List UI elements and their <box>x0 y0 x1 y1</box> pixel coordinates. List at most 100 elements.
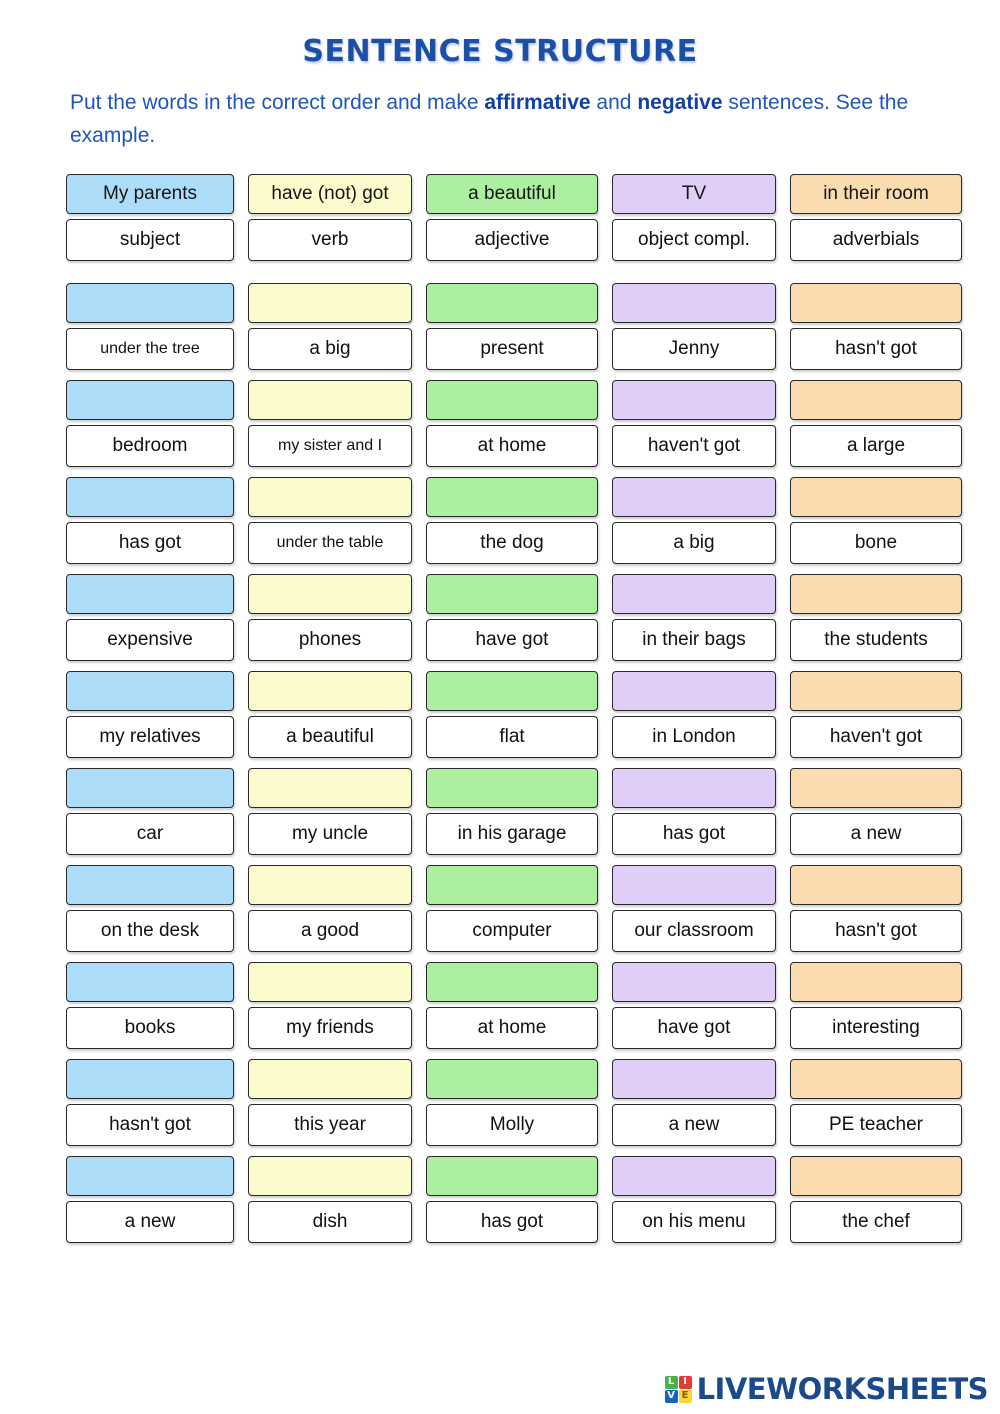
word-chip-row1-col2[interactable]: at home <box>426 425 598 468</box>
word-chip-row0-col4[interactable]: hasn't got <box>790 328 962 371</box>
word-chip-row7-col3[interactable]: have got <box>612 1007 776 1050</box>
answer-slot-row9-col0[interactable] <box>66 1156 234 1197</box>
answer-slot-row3-col2[interactable] <box>426 574 598 615</box>
word-chip-row0-col3[interactable]: Jenny <box>612 328 776 371</box>
word-chip-row9-col4[interactable]: the chef <box>790 1201 962 1244</box>
word-chip-row4-col0[interactable]: my relatives <box>66 716 234 759</box>
answer-slot-row6-col4[interactable] <box>790 865 962 906</box>
word-chip-row4-col3[interactable]: in London <box>612 716 776 759</box>
example-label-4[interactable]: adverbials <box>790 219 962 262</box>
word-chip-row0-col2[interactable]: present <box>426 328 598 371</box>
word-chip-row8-col1[interactable]: this year <box>248 1104 412 1147</box>
word-chip-row6-col0[interactable]: on the desk <box>66 910 234 953</box>
word-chip-row2-col2[interactable]: the dog <box>426 522 598 565</box>
answer-slot-row2-col1[interactable] <box>248 477 412 518</box>
word-chip-row9-col2[interactable]: has got <box>426 1201 598 1244</box>
word-chip-row9-col1[interactable]: dish <box>248 1201 412 1244</box>
answer-slot-row1-col4[interactable] <box>790 380 962 421</box>
answer-slot-row0-col1[interactable] <box>248 283 412 324</box>
answer-slot-row5-col2[interactable] <box>426 768 598 809</box>
answer-slot-row4-col1[interactable] <box>248 671 412 712</box>
answer-slot-row2-col3[interactable] <box>612 477 776 518</box>
word-chip-row4-col1[interactable]: a beautiful <box>248 716 412 759</box>
answer-slot-row7-col1[interactable] <box>248 962 412 1003</box>
answer-slot-row9-col1[interactable] <box>248 1156 412 1197</box>
word-chip-row6-col3[interactable]: our classroom <box>612 910 776 953</box>
word-chip-row0-col0[interactable]: under the tree <box>66 328 234 371</box>
answer-slot-row6-col3[interactable] <box>612 865 776 906</box>
answer-slot-row7-col2[interactable] <box>426 962 598 1003</box>
word-chip-row1-col1[interactable]: my sister and I <box>248 425 412 468</box>
answer-slot-row5-col4[interactable] <box>790 768 962 809</box>
word-chip-row7-col2[interactable]: at home <box>426 1007 598 1050</box>
word-chip-row3-col0[interactable]: expensive <box>66 619 234 662</box>
word-chip-row1-col0[interactable]: bedroom <box>66 425 234 468</box>
word-chip-row6-col1[interactable]: a good <box>248 910 412 953</box>
answer-slot-row3-col4[interactable] <box>790 574 962 615</box>
answer-slot-row6-col0[interactable] <box>66 865 234 906</box>
word-chip-row2-col3[interactable]: a big <box>612 522 776 565</box>
word-chip-row3-col4[interactable]: the students <box>790 619 962 662</box>
answer-slot-row9-col2[interactable] <box>426 1156 598 1197</box>
word-chip-row8-col3[interactable]: a new <box>612 1104 776 1147</box>
answer-slot-row4-col4[interactable] <box>790 671 962 712</box>
word-chip-row5-col4[interactable]: a new <box>790 813 962 856</box>
answer-slot-row3-col0[interactable] <box>66 574 234 615</box>
word-chip-row2-col4[interactable]: bone <box>790 522 962 565</box>
answer-slot-row0-col0[interactable] <box>66 283 234 324</box>
word-chip-row5-col0[interactable]: car <box>66 813 234 856</box>
word-chip-row3-col2[interactable]: have got <box>426 619 598 662</box>
answer-slot-row4-col2[interactable] <box>426 671 598 712</box>
word-chip-row6-col4[interactable]: hasn't got <box>790 910 962 953</box>
word-chip-row0-col1[interactable]: a big <box>248 328 412 371</box>
answer-slot-row6-col1[interactable] <box>248 865 412 906</box>
answer-slot-row8-col2[interactable] <box>426 1059 598 1100</box>
answer-slot-row1-col3[interactable] <box>612 380 776 421</box>
word-chip-row2-col1[interactable]: under the table <box>248 522 412 565</box>
answer-slot-row3-col1[interactable] <box>248 574 412 615</box>
answer-slot-row1-col1[interactable] <box>248 380 412 421</box>
answer-slot-row7-col0[interactable] <box>66 962 234 1003</box>
answer-slot-row8-col0[interactable] <box>66 1059 234 1100</box>
answer-slot-row1-col2[interactable] <box>426 380 598 421</box>
answer-slot-row4-col3[interactable] <box>612 671 776 712</box>
answer-slot-row2-col4[interactable] <box>790 477 962 518</box>
answer-slot-row7-col3[interactable] <box>612 962 776 1003</box>
answer-slot-row4-col0[interactable] <box>66 671 234 712</box>
answer-slot-row0-col2[interactable] <box>426 283 598 324</box>
answer-slot-row2-col0[interactable] <box>66 477 234 518</box>
answer-slot-row0-col4[interactable] <box>790 283 962 324</box>
answer-slot-row1-col0[interactable] <box>66 380 234 421</box>
answer-slot-row7-col4[interactable] <box>790 962 962 1003</box>
word-chip-row6-col2[interactable]: computer <box>426 910 598 953</box>
word-chip-row7-col4[interactable]: interesting <box>790 1007 962 1050</box>
answer-slot-row6-col2[interactable] <box>426 865 598 906</box>
word-chip-row7-col0[interactable]: books <box>66 1007 234 1050</box>
answer-slot-row3-col3[interactable] <box>612 574 776 615</box>
example-label-1[interactable]: verb <box>248 219 412 262</box>
word-chip-row8-col0[interactable]: hasn't got <box>66 1104 234 1147</box>
word-chip-row8-col2[interactable]: Molly <box>426 1104 598 1147</box>
answer-slot-row2-col2[interactable] <box>426 477 598 518</box>
answer-slot-row0-col3[interactable] <box>612 283 776 324</box>
answer-slot-row5-col3[interactable] <box>612 768 776 809</box>
word-chip-row9-col0[interactable]: a new <box>66 1201 234 1244</box>
answer-slot-row9-col3[interactable] <box>612 1156 776 1197</box>
example-label-0[interactable]: subject <box>66 219 234 262</box>
word-chip-row4-col2[interactable]: flat <box>426 716 598 759</box>
word-chip-row4-col4[interactable]: haven't got <box>790 716 962 759</box>
answer-slot-row9-col4[interactable] <box>790 1156 962 1197</box>
word-chip-row3-col1[interactable]: phones <box>248 619 412 662</box>
word-chip-row1-col4[interactable]: a large <box>790 425 962 468</box>
word-chip-row5-col2[interactable]: in his garage <box>426 813 598 856</box>
word-chip-row7-col1[interactable]: my friends <box>248 1007 412 1050</box>
example-label-2[interactable]: adjective <box>426 219 598 262</box>
example-label-3[interactable]: object compl. <box>612 219 776 262</box>
answer-slot-row5-col0[interactable] <box>66 768 234 809</box>
word-chip-row9-col3[interactable]: on his menu <box>612 1201 776 1244</box>
word-chip-row2-col0[interactable]: has got <box>66 522 234 565</box>
word-chip-row5-col3[interactable]: has got <box>612 813 776 856</box>
answer-slot-row8-col1[interactable] <box>248 1059 412 1100</box>
answer-slot-row8-col4[interactable] <box>790 1059 962 1100</box>
answer-slot-row5-col1[interactable] <box>248 768 412 809</box>
